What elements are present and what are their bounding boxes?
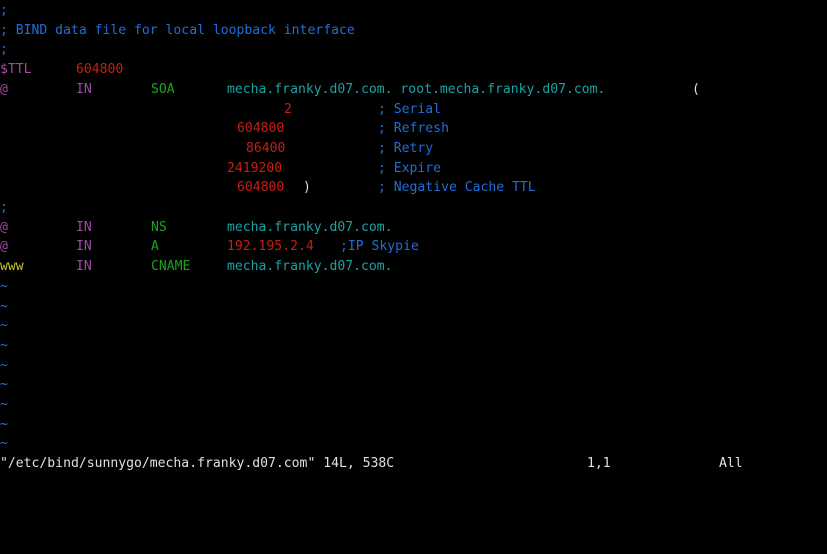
ttl-directive: $TTL — [0, 62, 32, 78]
paren-close: ) — [303, 180, 311, 196]
empty-line-tilde: ~ — [0, 278, 8, 294]
soa-retry-line: 86400 ; Retry — [0, 139, 433, 159]
comment-text: ; BIND data file for local loopback inte… — [0, 22, 355, 38]
retry-comment: ; Retry — [378, 140, 434, 156]
comment-line: ; — [0, 198, 32, 218]
soa-refresh-line: 604800 ; Refresh — [0, 119, 449, 139]
comment-text: ; — [0, 42, 8, 58]
vim-editor[interactable]: ; ; BIND data file for local loopback in… — [0, 0, 827, 493]
negcache-value: 604800 — [237, 180, 285, 196]
ns-value: mecha.franky.d07.com. — [227, 219, 393, 235]
ttl-value: 604800 — [76, 62, 124, 78]
expire-value: 2419200 — [227, 160, 283, 176]
soa-expire-line: 2419200 ; Expire — [0, 159, 441, 179]
status-line: "/etc/bind/sunnygo/mecha.franky.d07.com"… — [0, 454, 827, 474]
empty-line-tilde: ~ — [0, 416, 8, 432]
comment-line: ; BIND data file for local loopback inte… — [0, 21, 355, 41]
empty-line-tilde: ~ — [0, 357, 8, 373]
record-type: NS — [151, 219, 167, 235]
comment-text: ; — [0, 3, 8, 18]
empty-line-tilde: ~ — [0, 436, 8, 452]
a-comment: ;IP Skypie — [340, 239, 419, 255]
status-filename: "/etc/bind/sunnygo/mecha.franky.d07.com"… — [0, 456, 395, 471]
record-class: IN — [76, 239, 92, 255]
soa-negcache-line: 604800 ) ; Negative Cache TTL — [0, 178, 536, 198]
record-type: SOA — [151, 81, 175, 97]
empty-line-tilde: ~ — [0, 318, 8, 334]
expire-comment: ; Expire — [378, 160, 442, 176]
record-owner: @ — [0, 81, 8, 97]
empty-line-tilde: ~ — [0, 337, 8, 353]
record-class: IN — [76, 81, 92, 97]
empty-line-tilde: ~ — [0, 298, 8, 314]
record-class: IN — [76, 219, 92, 235]
negcache-comment: ; Negative Cache TTL — [378, 180, 536, 196]
cname-record-line: www IN CNAME mecha.franky.d07.com. — [0, 257, 393, 277]
cname-value: mecha.franky.d07.com. — [227, 259, 393, 275]
ns-record-line: @ IN NS mecha.franky.d07.com. — [0, 218, 393, 238]
empty-line-tilde: ~ — [0, 377, 8, 393]
refresh-comment: ; Refresh — [378, 121, 449, 137]
record-owner: @ — [0, 219, 8, 235]
empty-line-tilde: ~ — [0, 397, 8, 412]
soa-mname: mecha.franky.d07.com. root.mecha.franky.… — [227, 81, 606, 97]
paren-open: ( — [692, 81, 700, 97]
ttl-line: $TTL 604800 — [0, 60, 123, 80]
scroll-indicator: All — [719, 456, 743, 471]
soa-record-line: @ IN SOA mecha.franky.d07.com. root.mech… — [0, 80, 700, 100]
cursor-position: 1,1 — [587, 456, 611, 471]
comment-line: ; — [0, 1, 32, 21]
record-owner: www — [0, 259, 24, 275]
a-value-ip: 192.195.2.4 — [227, 239, 314, 255]
a-record-line: @ IN A 192.195.2.4 ;IP Skypie — [0, 237, 419, 257]
record-class: IN — [76, 259, 92, 275]
record-owner: @ — [0, 239, 8, 255]
soa-serial-line: 2 ; Serial — [0, 100, 441, 120]
comment-text: ; — [0, 200, 8, 215]
refresh-value: 604800 — [237, 121, 285, 137]
serial-comment: ; Serial — [378, 101, 442, 117]
comment-line: ; — [0, 40, 32, 60]
serial-value: 2 — [284, 101, 292, 117]
record-type: A — [151, 239, 159, 255]
retry-value: 86400 — [246, 140, 286, 156]
record-type: CNAME — [151, 259, 191, 275]
